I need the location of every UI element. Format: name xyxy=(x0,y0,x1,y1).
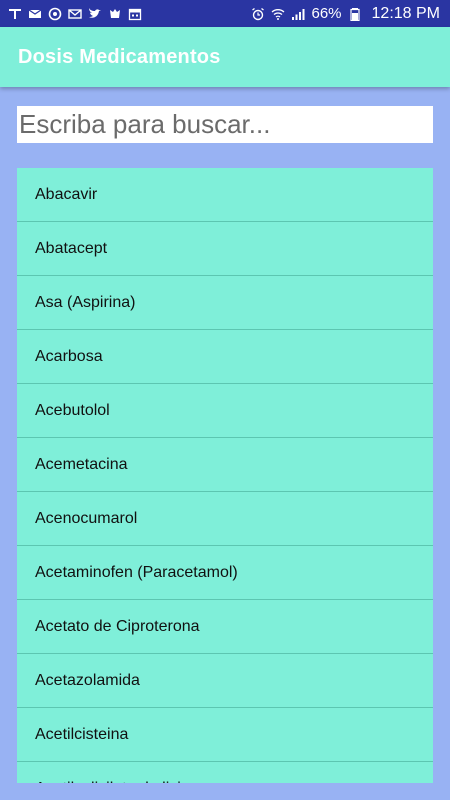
clock: 12:18 PM xyxy=(371,4,440,22)
wifi-icon xyxy=(271,7,285,21)
status-left-icons xyxy=(8,7,142,21)
sync-icon xyxy=(48,7,62,21)
alarm-icon xyxy=(251,7,265,21)
app-bar: Dosis Medicamentos xyxy=(0,27,450,87)
list-item[interactable]: Abacavir xyxy=(17,168,433,222)
list-item[interactable]: Acetilsalicilato de lisina xyxy=(17,762,433,784)
medication-list[interactable]: Abacavir Abatacept Asa (Aspirina) Acarbosa A… xyxy=(17,168,433,783)
notification-icon xyxy=(8,7,22,21)
status-bar: 66% 12:18 PM xyxy=(0,0,450,27)
list-item[interactable]: Acemetacina xyxy=(17,438,433,492)
list-item[interactable]: Abatacept xyxy=(17,222,433,276)
list-item[interactable]: Acetato de Ciproterona xyxy=(17,600,433,654)
gmail-icon xyxy=(68,7,82,21)
twitter-icon xyxy=(88,7,102,21)
battery-icon xyxy=(348,7,362,21)
mail-icon xyxy=(28,7,42,21)
search-box[interactable] xyxy=(17,106,433,143)
search-input[interactable] xyxy=(17,106,433,143)
signal-icon xyxy=(291,7,305,21)
list-item[interactable]: Acebutolol xyxy=(17,384,433,438)
list-item[interactable]: Acarbosa xyxy=(17,330,433,384)
battery-percentage: 66% xyxy=(311,5,342,22)
list-item[interactable]: Acetaminofen (Paracetamol) xyxy=(17,546,433,600)
list-item[interactable]: Acetilcisteina xyxy=(17,708,433,762)
calendar-icon xyxy=(128,7,142,21)
app-title: Dosis Medicamentos xyxy=(18,45,221,68)
status-right-icons: 66% 12:18 PM xyxy=(251,5,440,23)
app-icon xyxy=(108,7,122,21)
list-item[interactable]: Acetazolamida xyxy=(17,654,433,708)
list-item[interactable]: Acenocumarol xyxy=(17,492,433,546)
list-item[interactable]: Asa (Aspirina) xyxy=(17,276,433,330)
